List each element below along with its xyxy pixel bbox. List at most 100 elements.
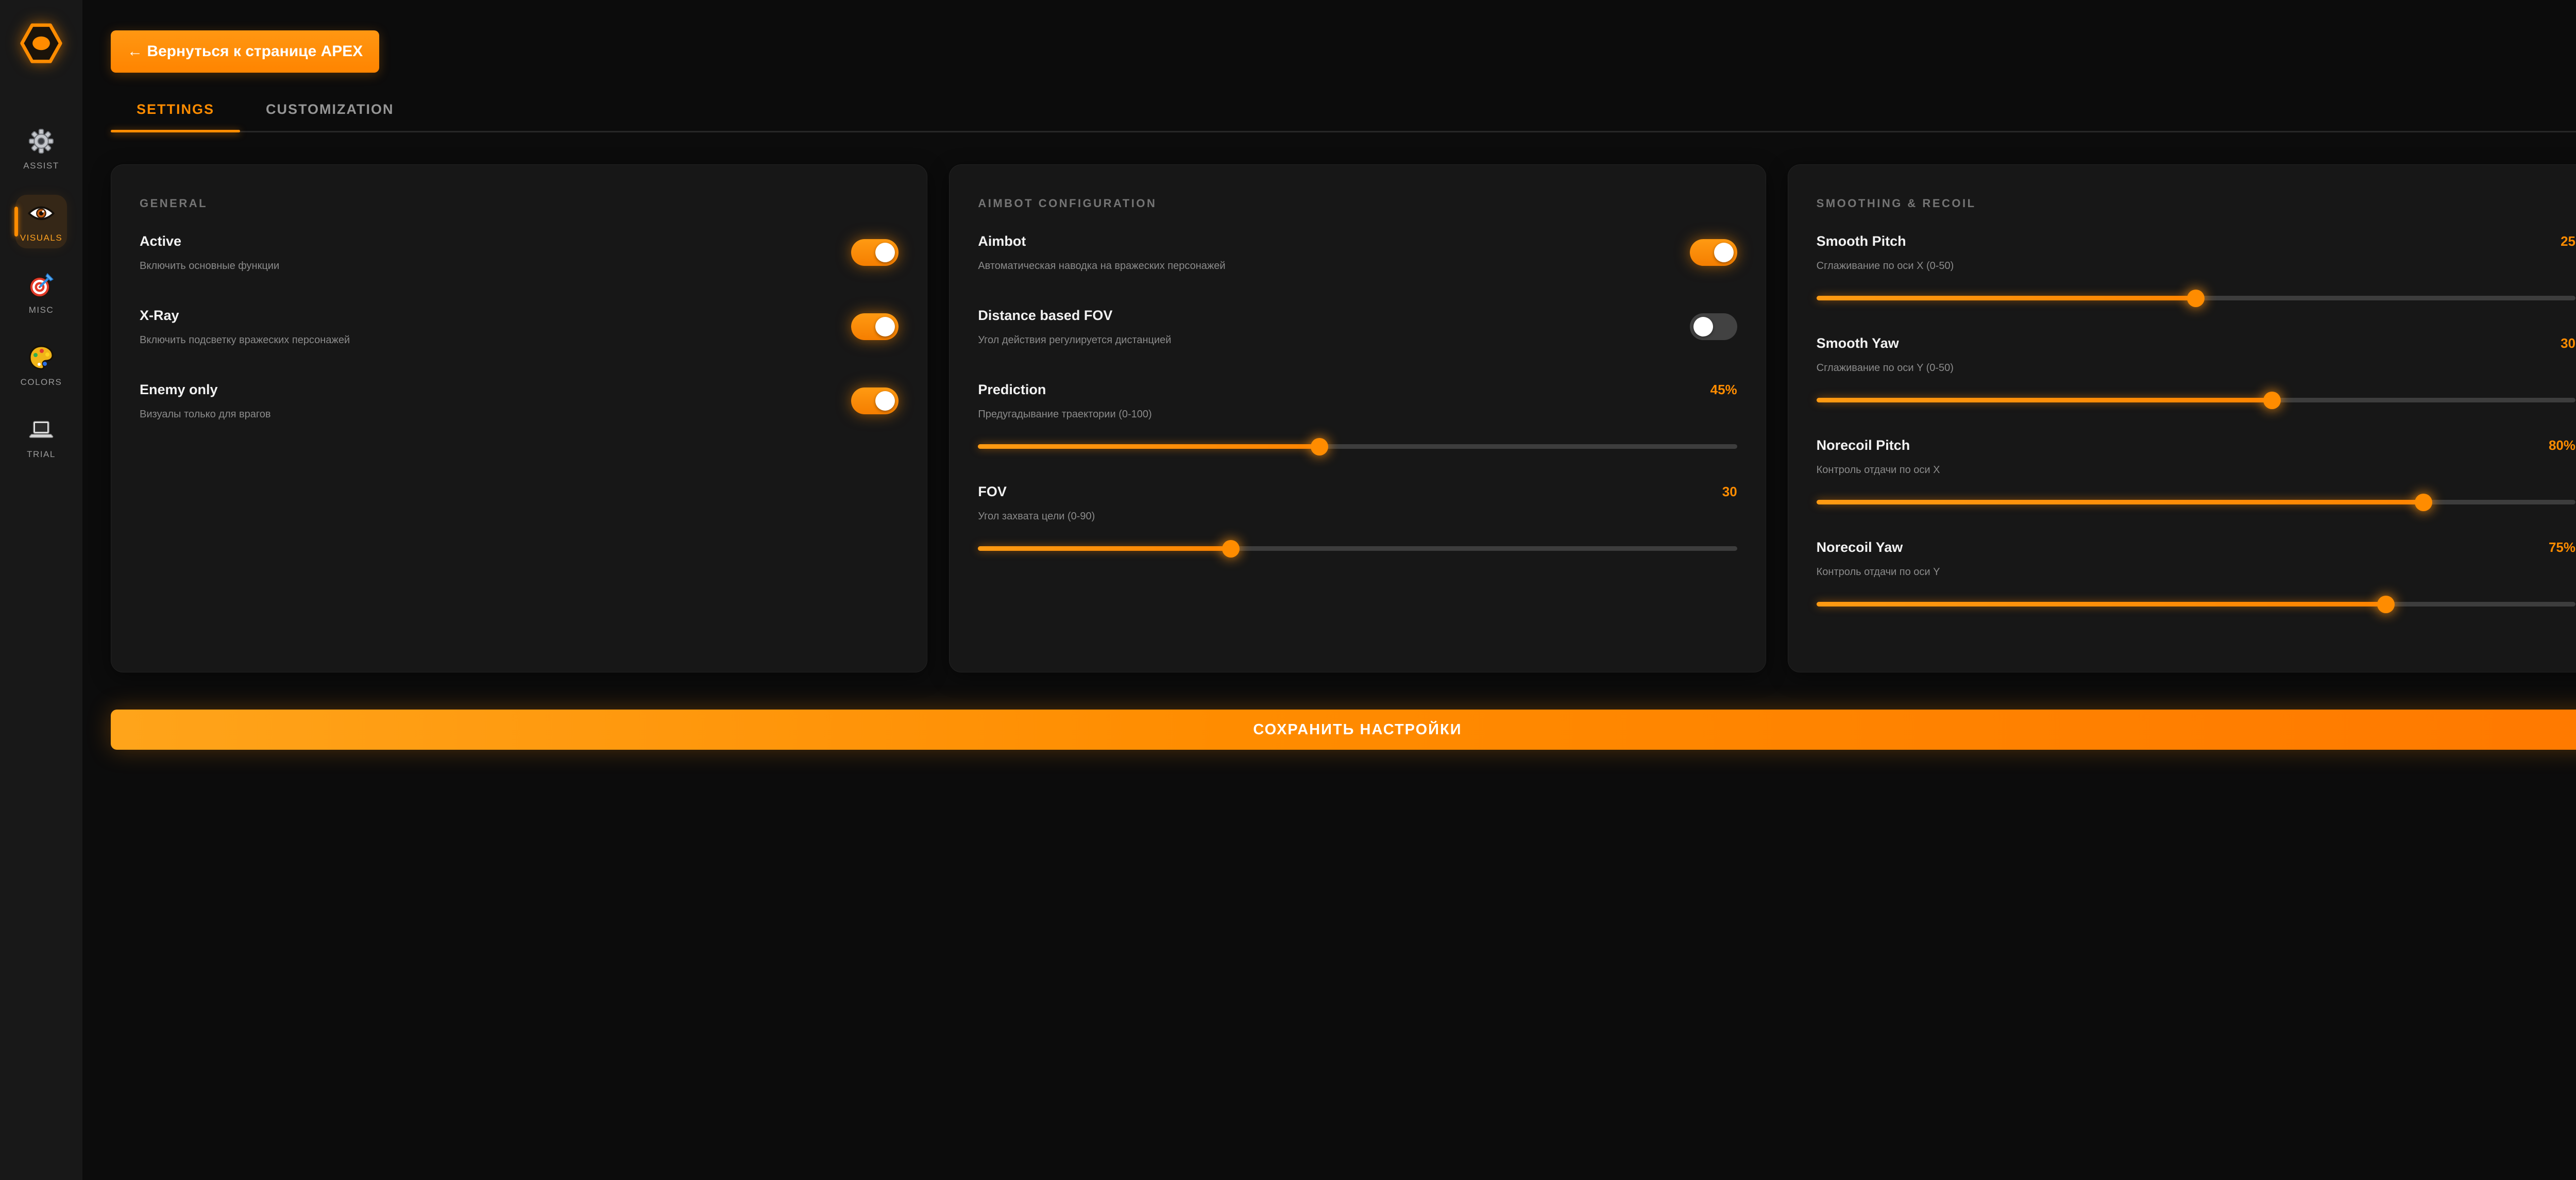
setting-row-aimbot: Aimbot Автоматическая наводка на вражеск…	[978, 233, 1737, 272]
panel-title: SMOOTHING & RECOIL	[1817, 197, 2575, 210]
slider-knob[interactable]	[2415, 494, 2432, 511]
slider-fill	[1817, 398, 2272, 402]
fov-slider[interactable]	[978, 539, 1737, 558]
norecoil-yaw-slider[interactable]	[1817, 595, 2575, 613]
setting-title: Active	[140, 233, 279, 249]
setting-subtitle: Включить основные функции	[140, 260, 279, 272]
tab-customization[interactable]: CUSTOMIZATION	[240, 94, 420, 131]
sidebar-item-colors[interactable]: COLORS	[15, 339, 67, 393]
setting-row-xray: X-Ray Включить подсветку вражеских персо…	[140, 307, 899, 346]
main-content: ← Вернуться к странице APEX SETTINGS CUS…	[82, 0, 2576, 750]
slider-knob[interactable]	[1222, 540, 1240, 558]
setting-title: Enemy only	[140, 381, 271, 398]
sidebar-item-label: COLORS	[21, 377, 62, 387]
setting-title: X-Ray	[140, 307, 350, 324]
slider-fill	[1817, 296, 2196, 300]
setting-subtitle: Автоматическая наводка на вражеских перс…	[978, 260, 1225, 272]
tab-bar: SETTINGS CUSTOMIZATION	[111, 94, 2576, 132]
setting-row-distance-fov: Distance based FOV Угол действия регулир…	[978, 307, 1737, 346]
panel-title: GENERAL	[140, 197, 899, 210]
active-toggle[interactable]	[851, 239, 899, 266]
smooth-pitch-slider[interactable]	[1817, 289, 2575, 307]
slider-fill	[978, 546, 1231, 551]
norecoil-pitch-slider[interactable]	[1817, 493, 2575, 511]
setting-subtitle: Контроль отдачи по оси Y	[1817, 566, 2575, 578]
setting-title: Aimbot	[978, 233, 1225, 249]
setting-title: Smooth Pitch	[1817, 233, 1906, 249]
setting-subtitle: Включить подсветку вражеских персонажей	[140, 334, 350, 346]
setting-value: 25	[2561, 233, 2575, 249]
setting-value: 80%	[2549, 437, 2575, 453]
slider-fill	[1817, 500, 2424, 504]
smooth-yaw-slider[interactable]	[1817, 391, 2575, 409]
setting-title: Smooth Yaw	[1817, 335, 1899, 351]
setting-subtitle: Сглаживание по оси Y (0-50)	[1817, 362, 2575, 374]
toggle-knob	[1693, 317, 1713, 336]
app-logo-hexagon-icon[interactable]	[19, 20, 64, 67]
xray-toggle[interactable]	[851, 313, 899, 340]
enemy-only-toggle[interactable]	[851, 387, 899, 414]
setting-value: 75%	[2549, 540, 2575, 555]
setting-value: 30	[1722, 484, 1737, 500]
sidebar-item-assist[interactable]: ASSIST	[15, 123, 67, 176]
sidebar-item-label: MISC	[29, 305, 54, 315]
setting-subtitle: Угол захвата цели (0-90)	[978, 510, 1737, 522]
back-to-apex-button[interactable]: ← Вернуться к странице APEX	[111, 30, 379, 73]
slider-fill	[1817, 602, 2386, 606]
toggle-knob	[1714, 243, 1734, 262]
gear-icon	[28, 128, 55, 155]
sidebar-item-visuals[interactable]: VISUALS	[15, 195, 67, 248]
setting-title: Norecoil Yaw	[1817, 539, 1903, 555]
setting-subtitle: Предугадывание траектории (0-100)	[978, 408, 1737, 420]
sidebar-item-label: ASSIST	[23, 161, 59, 171]
panel-general: GENERAL Active Включить основные функции…	[111, 164, 927, 672]
prediction-slider[interactable]	[978, 437, 1737, 456]
sidebar-item-trial[interactable]: TRIAL	[15, 411, 67, 465]
panel-aimbot: AIMBOT CONFIGURATION Aimbot Автоматическ…	[949, 164, 1766, 672]
setting-title: Norecoil Pitch	[1817, 437, 1910, 453]
sidebar-item-misc[interactable]: MISC	[15, 267, 67, 321]
target-icon	[28, 272, 55, 299]
setting-value: 30	[2561, 335, 2575, 351]
laptop-icon	[28, 416, 55, 443]
slider-knob[interactable]	[2187, 290, 2205, 307]
eye-icon	[28, 200, 55, 227]
setting-value: 45%	[1710, 382, 1737, 398]
panel-title: AIMBOT CONFIGURATION	[978, 197, 1737, 210]
slider-fill	[978, 444, 1319, 449]
toggle-knob	[875, 391, 895, 411]
setting-subtitle: Контроль отдачи по оси X	[1817, 464, 2575, 476]
panel-smoothing-recoil: SMOOTHING & RECOIL Smooth Pitch 25 Сглаж…	[1788, 164, 2576, 672]
settings-grid: GENERAL Active Включить основные функции…	[111, 164, 2576, 672]
tab-settings[interactable]: SETTINGS	[111, 94, 240, 131]
setting-title: Prediction	[978, 381, 1046, 398]
sidebar-item-label: TRIAL	[27, 449, 56, 460]
setting-title: Distance based FOV	[978, 307, 1171, 324]
page: ASSIST VISUALS	[0, 0, 2576, 1180]
palette-icon	[28, 344, 55, 371]
setting-subtitle: Угол действия регулируется дистанцией	[978, 334, 1171, 346]
sidebar-item-label: VISUALS	[20, 233, 62, 243]
setting-subtitle: Визуалы только для врагов	[140, 408, 271, 420]
toggle-knob	[875, 243, 895, 262]
slider-knob[interactable]	[2377, 596, 2395, 613]
save-settings-button[interactable]: СОХРАНИТЬ НАСТРОЙКИ	[111, 710, 2576, 750]
distance-fov-toggle[interactable]	[1690, 313, 1737, 340]
aimbot-toggle[interactable]	[1690, 239, 1737, 266]
setting-row-norecoil-yaw: Norecoil Yaw 75% Контроль отдачи по оси …	[1817, 539, 2575, 613]
slider-knob[interactable]	[2263, 392, 2281, 409]
sidebar-nav: ASSIST VISUALS	[15, 123, 67, 483]
setting-row-prediction: Prediction 45% Предугадывание траектории…	[978, 381, 1737, 456]
active-indicator-bar	[14, 207, 18, 237]
sidebar: ASSIST VISUALS	[0, 0, 82, 1180]
setting-subtitle: Сглаживание по оси X (0-50)	[1817, 260, 2575, 272]
setting-title: FOV	[978, 483, 1007, 500]
setting-row-smooth-pitch: Smooth Pitch 25 Сглаживание по оси X (0-…	[1817, 233, 2575, 307]
toggle-knob	[875, 317, 895, 336]
setting-row-fov: FOV 30 Угол захвата цели (0-90)	[978, 483, 1737, 558]
setting-row-enemy-only: Enemy only Визуалы только для врагов	[140, 381, 899, 420]
setting-row-smooth-yaw: Smooth Yaw 30 Сглаживание по оси Y (0-50…	[1817, 335, 2575, 409]
setting-row-active: Active Включить основные функции	[140, 233, 899, 272]
slider-knob[interactable]	[1311, 438, 1328, 456]
setting-row-norecoil-pitch: Norecoil Pitch 80% Контроль отдачи по ос…	[1817, 437, 2575, 511]
